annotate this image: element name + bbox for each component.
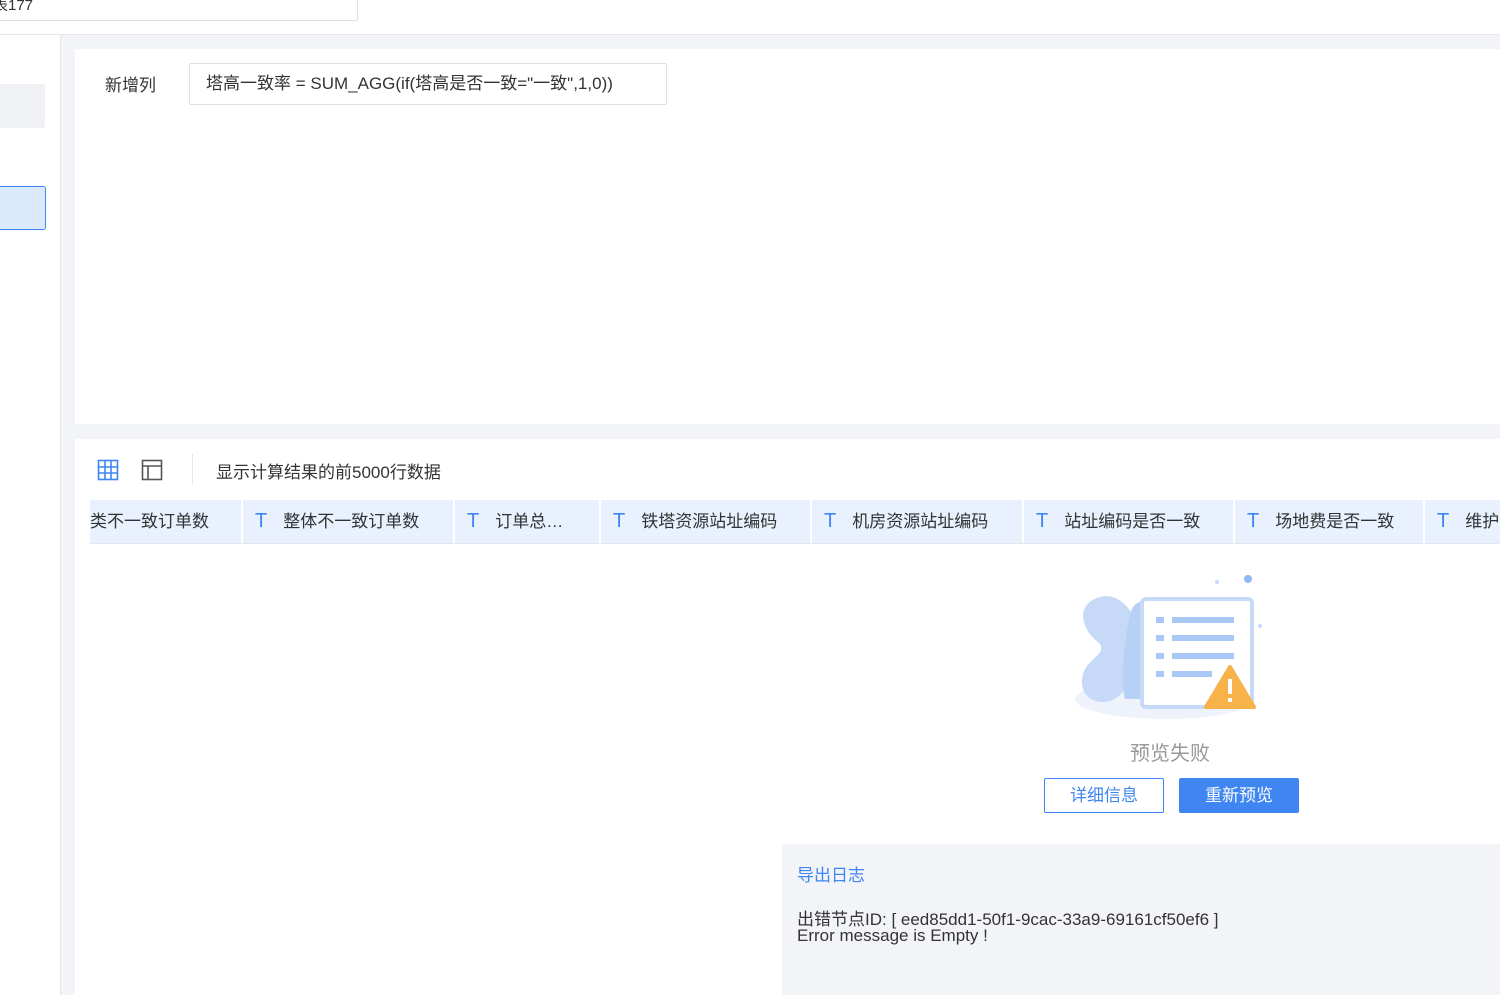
text-type-icon: T	[467, 510, 480, 532]
config-panel: 新增列 塔高一致率 = SUM_AGG(if(塔高是否一致="一致",1,0))	[75, 49, 1500, 424]
column-label: 维护	[1465, 512, 1500, 531]
new-column-label: 新增列	[105, 76, 156, 95]
column-header[interactable]: T 订单总…	[455, 500, 601, 543]
column-header[interactable]: 类不一致订单数	[90, 500, 243, 543]
text-type-icon: T	[824, 510, 837, 532]
column-header[interactable]: T 站址编码是否一致	[1024, 500, 1235, 543]
column-header[interactable]: T 维护	[1425, 500, 1500, 543]
top-bar: 表177	[0, 0, 1500, 35]
retry-preview-button[interactable]: 重新预览	[1179, 778, 1299, 813]
grid-view-icon[interactable]	[97, 459, 119, 481]
left-panel	[0, 35, 61, 995]
text-type-icon: T	[255, 510, 268, 532]
table-name-input[interactable]: 表177	[0, 0, 358, 21]
column-header[interactable]: T 整体不一致订单数	[243, 500, 455, 543]
preview-failed-illustration-icon	[1075, 575, 1262, 719]
text-type-icon: T	[1437, 510, 1450, 532]
column-label: 机房资源站址编码	[852, 512, 989, 531]
export-log-link[interactable]: 导出日志	[797, 861, 865, 886]
text-type-icon: T	[1036, 510, 1049, 532]
header-divider	[90, 543, 1500, 544]
error-log-panel: 导出日志 出错节点ID: [ eed85dd1-50f1-9cac-33a9-6…	[782, 844, 1500, 995]
text-type-icon: T	[613, 510, 626, 532]
error-message-text: Error message is Empty !	[797, 926, 988, 945]
column-header[interactable]: T 机房资源站址编码	[812, 500, 1024, 543]
column-label: 站址编码是否一致	[1064, 512, 1201, 531]
column-header[interactable]: T 铁塔资源站址编码	[601, 500, 812, 543]
layout-view-icon[interactable]	[141, 459, 163, 481]
left-panel-item[interactable]	[0, 84, 45, 128]
preview-panel: 显示计算结果的前5000行数据 类不一致订单数 T 整体不一致订单数 T 订单总… …	[75, 439, 1500, 995]
column-label: 整体不一致订单数	[283, 512, 420, 531]
left-panel-item-selected[interactable]	[0, 186, 46, 230]
formula-field[interactable]: 塔高一致率 = SUM_AGG(if(塔高是否一致="一致",1,0))	[189, 63, 667, 105]
preview-info-text: 显示计算结果的前5000行数据	[216, 463, 441, 482]
text-type-icon: T	[1247, 510, 1260, 532]
preview-failed-message: 预览失败	[1130, 743, 1210, 765]
column-label: 订单总…	[495, 512, 564, 531]
column-label: 类不一致订单数	[90, 512, 209, 531]
column-label: 场地费是否一致	[1275, 512, 1395, 531]
table-header: 类不一致订单数 T 整体不一致订单数 T 订单总… T 铁塔资源站址编码 T 机房资源站…	[90, 500, 1500, 543]
column-header[interactable]: T 场地费是否一致	[1235, 500, 1425, 543]
column-label: 铁塔资源站址编码	[641, 512, 778, 531]
detail-info-button[interactable]: 详细信息	[1044, 778, 1164, 813]
toolbar-divider	[192, 454, 193, 484]
